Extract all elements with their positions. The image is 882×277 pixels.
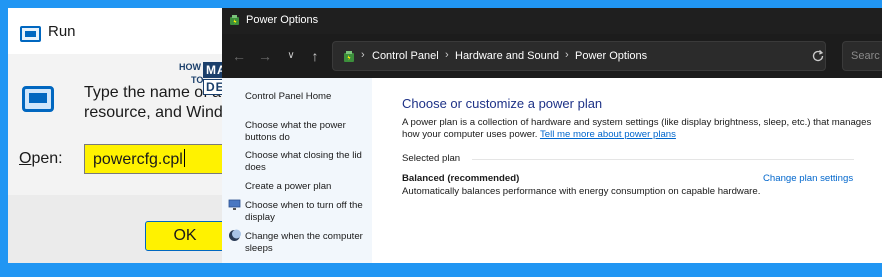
forward-arrow-icon[interactable]: →: [256, 47, 274, 65]
turn-off-display-link[interactable]: Choose when to turn off the display: [245, 200, 370, 224]
logo-to: TO: [191, 75, 204, 85]
open-input[interactable]: powercfg.cpl: [84, 144, 244, 174]
breadcrumb-hardware-and-sound[interactable]: Hardware and Sound: [455, 50, 559, 62]
address-bar: ← → ∨ ↑ › Control Panel › Hardware and S…: [222, 34, 882, 78]
open-label: Open:: [19, 150, 63, 168]
sleep-moon-icon: [229, 229, 241, 241]
power-buttons-link[interactable]: Choose what the power buttons do: [245, 120, 370, 144]
control-panel-home-link[interactable]: Control Panel Home: [245, 91, 370, 103]
logo-how: HOW: [179, 62, 201, 72]
monitor-icon: [228, 199, 241, 210]
breadcrumb-separator-icon: ›: [565, 49, 569, 61]
breadcrumb-power-options[interactable]: Power Options: [575, 50, 647, 62]
plan-description: Automatically balances performance with …: [402, 186, 761, 197]
control-panel-icon: [344, 51, 354, 62]
change-plan-settings-link[interactable]: Change plan settings: [763, 173, 853, 184]
computer-sleeps-link[interactable]: Change when the computer sleeps: [245, 231, 370, 255]
open-label-text: pen:: [31, 150, 63, 167]
plan-name: Balanced (recommended): [402, 173, 520, 184]
ok-button[interactable]: OK: [145, 221, 225, 251]
main-content: Choose or customize a power plan A power…: [372, 78, 882, 263]
recent-locations-chevron-icon[interactable]: ∨: [282, 47, 300, 65]
page-description: A power plan is a collection of hardware…: [402, 117, 872, 141]
left-nav-pane: Control Panel Home Choose what the power…: [222, 78, 372, 263]
selected-plan-label: Selected plan: [402, 153, 461, 164]
power-options-icon: [230, 15, 239, 25]
breadcrumb-control-panel[interactable]: Control Panel: [372, 50, 439, 62]
run-title: Run: [48, 23, 76, 40]
breadcrumb-separator-icon: ›: [361, 49, 365, 61]
back-arrow-icon[interactable]: ←: [230, 47, 248, 65]
search-input[interactable]: Searc: [842, 41, 882, 71]
learn-more-link[interactable]: Tell me more about power plans: [540, 129, 676, 140]
refresh-icon[interactable]: [810, 48, 826, 64]
power-options-window: Power Options ← → ∨ ↑ › Control Panel › …: [222, 8, 882, 263]
run-app-icon: [20, 26, 41, 42]
window-title: Power Options: [246, 14, 319, 26]
section-divider: [472, 159, 854, 160]
window-titlebar: Power Options: [222, 8, 882, 34]
address-field[interactable]: › Control Panel › Hardware and Sound › P…: [332, 41, 826, 71]
open-label-accelerator: O: [19, 150, 32, 167]
closing-lid-link[interactable]: Choose what closing the lid does: [245, 150, 370, 174]
open-input-value: powercfg.cpl: [93, 151, 183, 168]
breadcrumb-separator-icon: ›: [445, 49, 449, 61]
up-arrow-icon[interactable]: ↑: [306, 47, 324, 65]
page-heading: Choose or customize a power plan: [402, 96, 603, 111]
search-placeholder: Searc: [851, 50, 880, 62]
create-power-plan-link[interactable]: Create a power plan: [245, 181, 370, 193]
run-program-icon: [22, 86, 54, 112]
text-caret: [183, 149, 185, 167]
